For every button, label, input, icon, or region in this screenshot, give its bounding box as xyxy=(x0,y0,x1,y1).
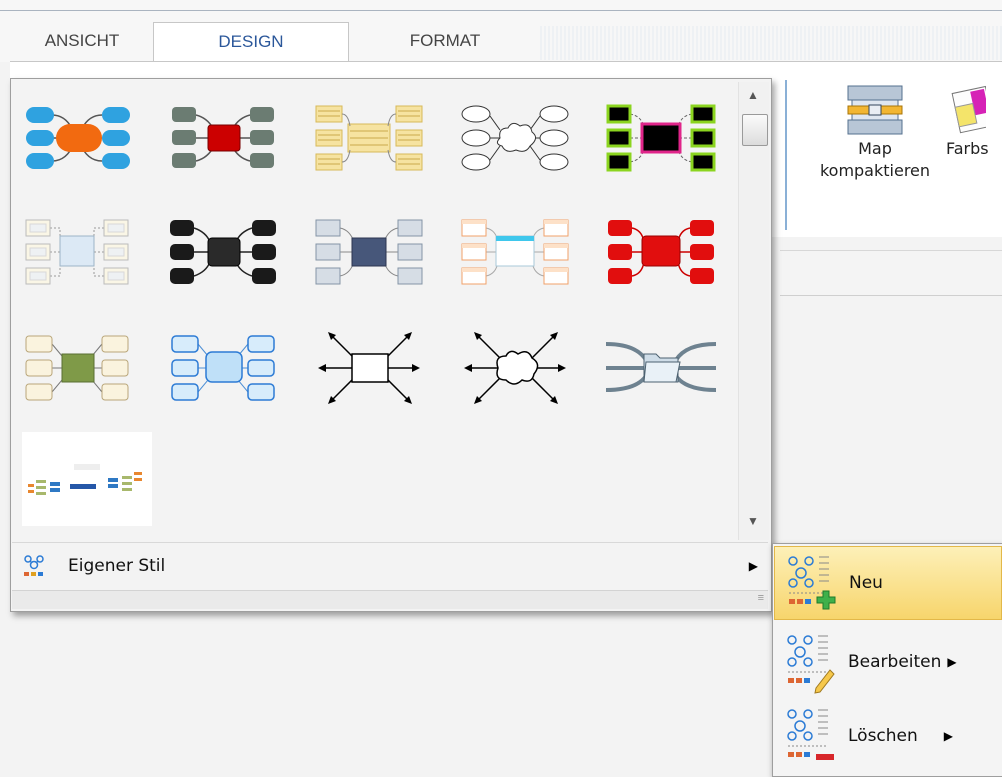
tab-design[interactable]: DESIGN xyxy=(153,22,349,61)
thumb-style-custom-preview[interactable] xyxy=(22,432,152,526)
color-palette-icon xyxy=(951,85,986,134)
tab-bar-filler xyxy=(540,26,1002,60)
compact-map-button[interactable]: Map kompaktieren xyxy=(800,82,950,182)
menu-item-label: Löschen xyxy=(848,726,918,746)
compact-map-label-2: kompaktieren xyxy=(819,161,931,180)
tab-ansicht[interactable]: ANSICHT xyxy=(12,22,152,60)
thumb-style-blue-orange[interactable] xyxy=(12,88,142,186)
thumb-style-cloud-outline[interactable] xyxy=(450,88,580,186)
menu-item-edit[interactable]: Bearbeiten ▶ xyxy=(774,626,1000,698)
thumb-style-arrows-cloud[interactable] xyxy=(450,318,580,416)
gallery-scrollbar[interactable] xyxy=(738,82,769,540)
submenu-arrow-icon: ▶ xyxy=(943,729,954,743)
menu-item-label: Neu xyxy=(849,573,883,593)
thumb-style-light-boxes[interactable] xyxy=(12,204,142,302)
thumb-style-slate-blue[interactable] xyxy=(304,204,434,302)
thumb-style-arrows-box[interactable] xyxy=(304,318,434,416)
tab-format[interactable]: FORMAT xyxy=(350,22,540,60)
custom-style-label: Eigener Stil xyxy=(68,556,166,576)
thumb-style-light-cyan[interactable] xyxy=(450,204,580,302)
new-style-icon xyxy=(788,556,836,610)
window-border xyxy=(0,10,1002,11)
compact-map-label-1: Map xyxy=(858,139,892,158)
scrollbar-thumb[interactable] xyxy=(742,114,768,146)
menu-item-label: Bearbeiten xyxy=(848,652,942,672)
ribbon-collapsed-area xyxy=(780,250,1002,296)
submenu-arrow-icon: ▶ xyxy=(947,655,957,669)
custom-style-icon xyxy=(24,555,44,576)
edit-style-icon xyxy=(787,635,835,694)
gallery-divider xyxy=(12,542,768,543)
tab-label: ANSICHT xyxy=(44,31,120,50)
compact-map-icon xyxy=(847,85,903,135)
thumb-style-folder[interactable] xyxy=(596,318,726,416)
color-scheme-label: Farbs xyxy=(946,139,989,158)
scroll-up-icon[interactable]: ▲ xyxy=(738,88,768,102)
ribbon-separator xyxy=(785,80,787,230)
custom-style-menu-item[interactable]: Eigener Stil ▶ xyxy=(12,544,768,588)
tab-label: DESIGN xyxy=(218,32,284,51)
tab-label: FORMAT xyxy=(409,31,481,50)
scroll-down-icon[interactable]: ▼ xyxy=(738,514,768,528)
color-scheme-button[interactable]: Farbs xyxy=(946,82,1002,160)
thumb-style-yellow-lines[interactable] xyxy=(304,88,434,186)
menu-item-new[interactable]: Neu xyxy=(774,546,1002,620)
menu-item-delete[interactable]: Löschen ▶ xyxy=(774,700,1000,772)
thumb-style-olive-cream[interactable] xyxy=(12,318,142,416)
thumb-style-gray-red[interactable] xyxy=(158,88,288,186)
submenu-arrow-icon: ▶ xyxy=(748,559,758,573)
grip-icon: ≡ xyxy=(757,592,764,604)
thumb-style-green-black[interactable] xyxy=(596,88,726,186)
thumb-style-black[interactable] xyxy=(158,204,288,302)
thumb-style-red[interactable] xyxy=(596,204,726,302)
style-gallery xyxy=(12,82,732,542)
thumb-style-light-blue[interactable] xyxy=(158,318,288,416)
delete-style-icon xyxy=(787,709,834,760)
resize-grip[interactable]: ≡ xyxy=(12,590,768,609)
